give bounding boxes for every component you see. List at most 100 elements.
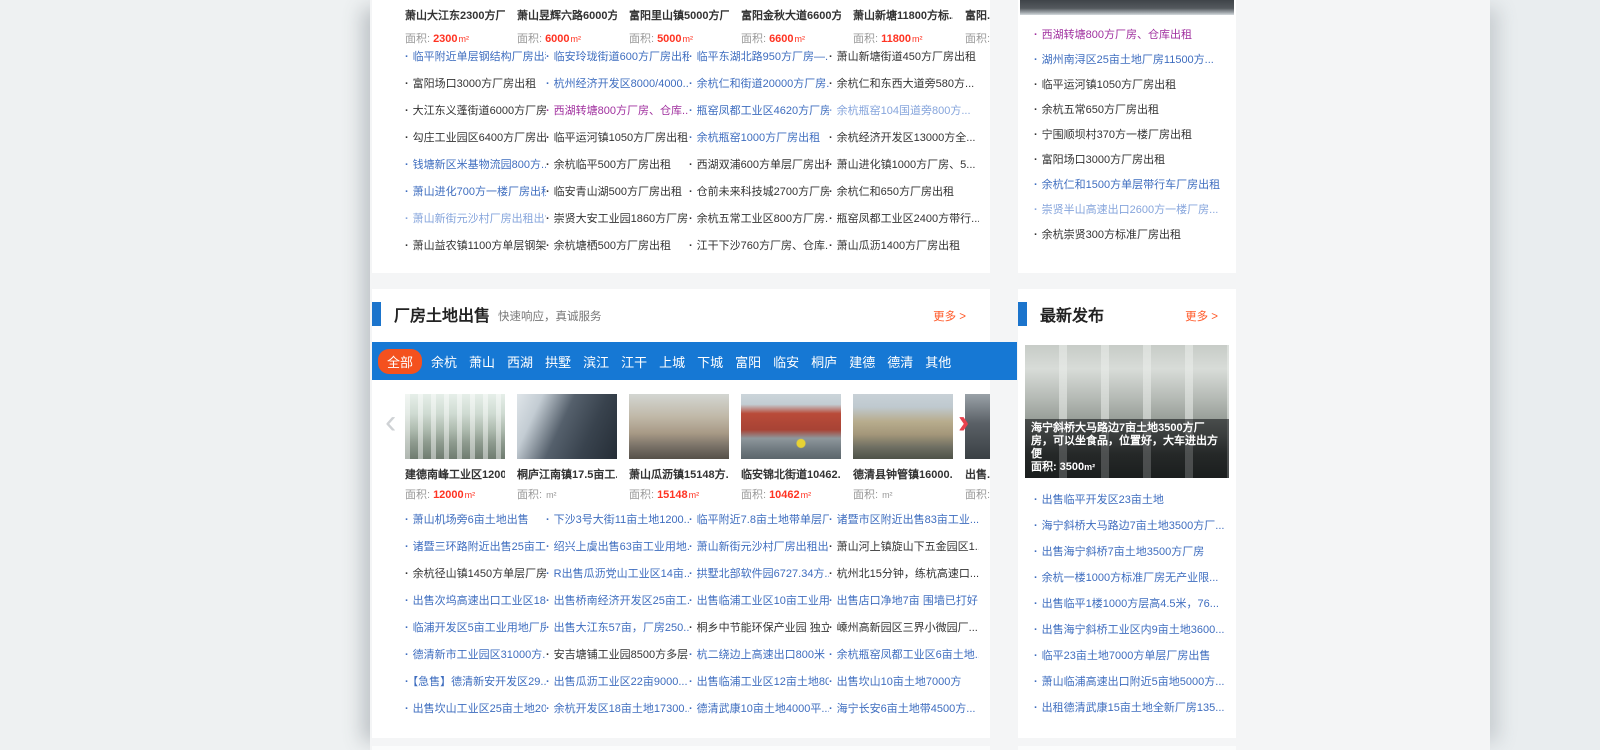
listing-link[interactable]: · 余杭瓶窑1000方厂房出租 <box>689 125 829 152</box>
listing-link-text[interactable]: 临安玲珑街道600方厂房出租 <box>554 51 689 63</box>
listing-card-title[interactable]: 富阳里山镇5000方厂... <box>629 7 729 23</box>
listing-link[interactable]: · 余杭径山镇1450方单层厂房... <box>405 561 546 588</box>
listing-link[interactable]: · 余杭一楼1000方标准厂房无产业限... <box>1034 565 1232 591</box>
listing-link[interactable]: · 萧山新街元沙村厂房出租出售 <box>689 534 829 561</box>
listing-link[interactable]: · 湖州南浔区25亩土地厂房11500方... <box>1034 48 1232 73</box>
listing-link-text[interactable]: 临浦开发区5亩工业用地厂房... <box>413 622 546 634</box>
listing-link[interactable]: · 临浦开发区5亩工业用地厂房... <box>405 615 546 642</box>
listing-link-text[interactable]: 富阳场口3000方厂房出租 <box>1042 154 1165 166</box>
listing-link[interactable]: · 出售海宁斜桥7亩土地3500方厂房 <box>1034 539 1232 565</box>
listing-link[interactable]: · 诸暨三环路附近出售25亩工... <box>405 534 546 561</box>
listing-link[interactable]: · 出售桥南经济开发区25亩工... <box>546 588 689 615</box>
listing-link-text[interactable]: 瓶窑凤都工业区4620方厂房... <box>697 105 829 117</box>
listing-link-text[interactable]: 萧山进化700方一楼厂房出租 <box>413 186 546 198</box>
listing-link-text[interactable]: 杭二绕边上高速出口800米 ... <box>697 649 829 661</box>
listing-link[interactable]: · 富阳场口3000方厂房出租 <box>405 71 546 98</box>
listing-link-text[interactable]: 出售坎山工业区25亩土地20... <box>413 703 546 715</box>
listing-link-text[interactable]: 萧山新塘街道450方厂房出租 <box>837 51 976 63</box>
carousel-prev-icon[interactable]: ‹ <box>385 405 396 439</box>
listing-link[interactable]: · 诸暨市区附近出售83亩工业... <box>829 507 979 534</box>
listing-link[interactable]: · 【急售】德清新安开发区29... <box>405 669 546 696</box>
sale-card-photo[interactable] <box>405 394 505 459</box>
region-tab[interactable]: 富阳 <box>729 349 767 374</box>
listing-link[interactable]: · 余杭仁和650方厂房出租 <box>829 179 979 206</box>
sale-card-photo[interactable] <box>517 394 617 459</box>
listing-link[interactable]: · 余杭崇贤300方标准厂房出租 <box>1034 223 1232 248</box>
listing-link-text[interactable]: 瓶窑凤都工业区2400方带行... <box>837 213 979 225</box>
listing-link-text[interactable]: 德清武康10亩土地4000平... <box>697 703 829 715</box>
listing-link-text[interactable]: 临平运河镇1050方厂房出租 <box>1042 79 1176 91</box>
listing-link-text[interactable]: 余杭瓶窑凤都工业区6亩土地... <box>837 649 979 661</box>
listing-link[interactable]: · 崇贤半山高速出口2600方一楼厂房... <box>1034 198 1232 223</box>
listing-link-text[interactable]: 临安青山湖500方厂房出租 <box>554 186 682 198</box>
listing-link-text[interactable]: 出售海宁斜桥7亩土地3500方厂房 <box>1042 546 1205 558</box>
listing-card[interactable]: 萧山昱辉六路6000方... 面积: 6000m² <box>517 7 617 46</box>
region-tab[interactable]: 德清 <box>881 349 919 374</box>
listing-link[interactable]: · 临安玲珑街道600方厂房出租 <box>546 44 689 71</box>
listing-link-text[interactable]: 余杭瓶窑1000方厂房出租 <box>697 132 820 144</box>
listing-link-text[interactable]: 崇贤半山高速出口2600方一楼厂房... <box>1042 204 1219 216</box>
listing-link[interactable]: · 富阳场口3000方厂房出租 <box>1034 148 1232 173</box>
listing-link-text[interactable]: 下沙3号大街11亩土地1200... <box>554 514 689 526</box>
listing-card[interactable]: 萧山大江东2300方厂... 面积: 2300m² <box>405 7 505 46</box>
listing-link-text[interactable]: 临平附近单层钢结构厂房出租 <box>413 51 546 63</box>
listing-link[interactable]: · 余杭经济开发区13000方全... <box>829 125 979 152</box>
listing-link[interactable]: · 瓶窑凤都工业区4620方厂房... <box>689 98 829 125</box>
listing-link-text[interactable]: 临平23亩土地7000方单层厂房出售 <box>1042 650 1211 662</box>
listing-link[interactable]: · 临安青山湖500方厂房出租 <box>546 179 689 206</box>
listing-link[interactable]: · 萧山新塘街道450方厂房出租 <box>829 44 979 71</box>
listing-link[interactable]: · 西湖双浦600方单层厂房出租 <box>689 152 829 179</box>
region-tab[interactable]: 其他 <box>919 349 957 374</box>
listing-link[interactable]: · 萧山进化700方一楼厂房出租 <box>405 179 546 206</box>
region-tab[interactable]: 临安 <box>767 349 805 374</box>
listing-link-text[interactable]: 德清新市工业园区31000方... <box>413 649 546 661</box>
listing-link-text[interactable]: 萧山益农镇1100方单层钢架... <box>413 240 546 252</box>
region-tab[interactable]: 拱墅 <box>539 349 577 374</box>
listing-link-text[interactable]: 出售次坞高速出口工业区18.... <box>413 595 546 607</box>
listing-link[interactable]: · 萧山机场旁6亩土地出售 <box>405 507 546 534</box>
listing-link-text[interactable]: 出租德清武康15亩土地全新厂房135... <box>1042 702 1225 714</box>
sale-card[interactable]: 萧山瓜沥镇15148方... 面积: 15148m² <box>629 394 729 502</box>
listing-link[interactable]: · 出售海宁斜桥工业区内9亩土地3600... <box>1034 617 1232 643</box>
listing-link[interactable]: · R出售瓜沥党山工业区14亩... <box>546 561 689 588</box>
region-tab[interactable]: 滨江 <box>577 349 615 374</box>
listing-link-text[interactable]: R出售瓜沥党山工业区14亩... <box>554 568 689 580</box>
listing-link-text[interactable]: 出售大江东57亩，厂房250... <box>554 622 689 634</box>
listing-link[interactable]: · 萧山新街元沙村厂房出租出售 <box>405 206 546 233</box>
region-tab[interactable]: 桐庐 <box>805 349 843 374</box>
region-tab[interactable]: 西湖 <box>501 349 539 374</box>
listing-link-text[interactable]: 大江东义蓬街道6000方厂房... <box>413 105 546 117</box>
listing-link-text[interactable]: 江干下沙760方厂房、仓库... <box>697 240 829 252</box>
listing-link-text[interactable]: 余杭径山镇1450方单层厂房... <box>413 568 546 580</box>
listing-link-text[interactable]: 崇贤大安工业园1860方厂房... <box>554 213 689 225</box>
listing-card[interactable]: 富阳里山镇5000方厂... 面积: 5000m² <box>629 7 729 46</box>
listing-link-text[interactable]: 余杭仁和街道20000方厂房... <box>697 78 829 90</box>
listing-link-text[interactable]: 西湖转塘800方厂房、仓库出租 <box>1042 29 1192 41</box>
sale-card-photo[interactable] <box>629 394 729 459</box>
listing-link[interactable]: · 出售临浦工业区10亩工业用地 <box>689 588 829 615</box>
region-tab[interactable]: 萧山 <box>463 349 501 374</box>
listing-link[interactable]: · 出售临平1楼1000方层高4.5米，76... <box>1034 591 1232 617</box>
listing-link[interactable]: · 余杭仁和东西大道旁580方... <box>829 71 979 98</box>
listing-link-text[interactable]: 拱墅北部软件园6727.34方... <box>697 568 829 580</box>
listing-link[interactable]: · 出售坎山工业区25亩土地20... <box>405 696 546 723</box>
listing-link-text[interactable]: 临平东湖北路950方厂房—... <box>697 51 829 63</box>
region-tab[interactable]: 建德 <box>843 349 881 374</box>
listing-link-text[interactable]: 【急售】德清新安开发区29... <box>413 676 546 688</box>
listing-link[interactable]: · 仓前未来科技城2700方厂房... <box>689 179 829 206</box>
listing-link[interactable]: · 出售次坞高速出口工业区18.... <box>405 588 546 615</box>
listing-link-text[interactable]: 嵊州高新园区三界小微园厂... <box>837 622 978 634</box>
listing-link[interactable]: · 出售大江东57亩，厂房250... <box>546 615 689 642</box>
listing-link-text[interactable]: 宁围顺坝村370方一楼厂房出租 <box>1042 129 1192 141</box>
listing-link-text[interactable]: 出售坎山10亩土地7000方 <box>837 676 962 688</box>
listing-link[interactable]: · 大江东义蓬街道6000方厂房... <box>405 98 546 125</box>
listing-link-text[interactable]: 出售临平1楼1000方层高4.5米，76... <box>1042 598 1219 610</box>
listing-link[interactable]: · 萧山临浦高速出口附近5亩地5000方... <box>1034 669 1232 695</box>
listing-link[interactable]: · 余杭开发区18亩土地17300... <box>546 696 689 723</box>
sale-card[interactable]: 临安锦北街道10462... 面积: 10462m² <box>741 394 841 502</box>
listing-link[interactable]: · 余杭瓶窑凤都工业区6亩土地... <box>829 642 979 669</box>
listing-link-text[interactable]: 余杭仁和东西大道旁580方... <box>837 78 975 90</box>
listing-link[interactable]: · 杭州经济开发区8000/4000... <box>546 71 689 98</box>
listing-link-text[interactable]: 余杭开发区18亩土地17300... <box>554 703 689 715</box>
listing-link-text[interactable]: 余杭崇贤300方标准厂房出租 <box>1042 229 1181 241</box>
